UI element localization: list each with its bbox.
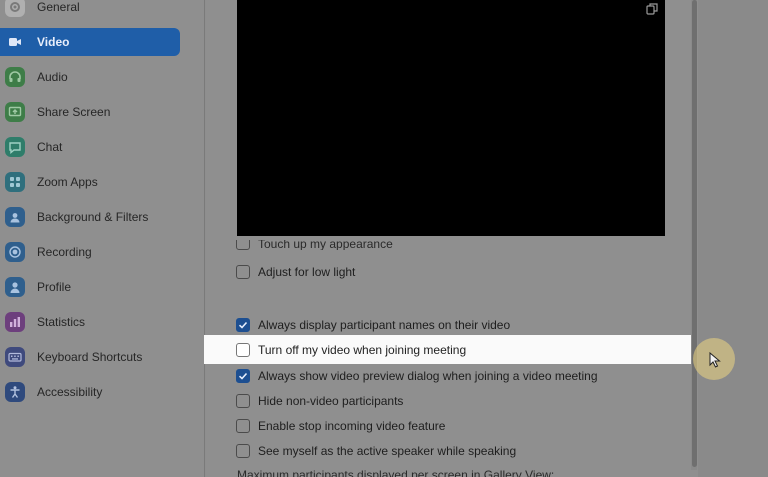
gallery-view-max-label: Maximum participants displayed per scree…: [237, 468, 555, 477]
sidebar-item-statistics[interactable]: Statistics: [0, 308, 180, 336]
profile-icon: [5, 277, 25, 297]
checkbox[interactable]: [236, 240, 250, 250]
option-display-participant-names[interactable]: Always display participant names on thei…: [236, 316, 510, 334]
sidebar-item-label: Profile: [37, 280, 72, 294]
recording-icon: [5, 242, 25, 262]
video-preview: [237, 0, 665, 236]
sidebar-item-label: Recording: [37, 245, 92, 259]
sidebar-item-video[interactable]: Video: [0, 28, 180, 56]
option-see-myself-active-speaker[interactable]: See myself as the active speaker while s…: [236, 442, 516, 460]
sidebar-item-label: Keyboard Shortcuts: [37, 350, 143, 364]
headphones-icon: [5, 67, 25, 87]
background-icon: [5, 207, 25, 227]
option-adjust-low-light[interactable]: Adjust for low light: [236, 263, 355, 281]
window-gutter: [698, 0, 768, 477]
option-turn-off-video-joining[interactable]: Turn off my video when joining meeting: [236, 341, 466, 359]
option-label: Always show video preview dialog when jo…: [258, 369, 598, 383]
sidebar-item-recording[interactable]: Recording: [0, 238, 180, 266]
checkbox[interactable]: [236, 419, 250, 433]
sidebar-item-general[interactable]: General: [0, 0, 180, 21]
option-label: Adjust for low light: [258, 265, 356, 279]
sidebar-item-keyboard-shortcuts[interactable]: Keyboard Shortcuts: [0, 343, 180, 371]
sidebar-item-label: Share Screen: [37, 105, 111, 119]
option-label: Enable stop incoming video feature: [258, 419, 446, 433]
statistics-icon: [5, 312, 25, 332]
sidebar-item-label: Video: [37, 35, 70, 49]
option-label: Touch up my appearance: [258, 240, 393, 250]
checkmark-icon: [238, 321, 248, 329]
option-hide-non-video[interactable]: Hide non-video participants: [236, 392, 403, 410]
sidebar-item-label: Zoom Apps: [37, 175, 98, 189]
sidebar-item-zoom-apps[interactable]: Zoom Apps: [0, 168, 180, 196]
accessibility-icon: [5, 382, 25, 402]
scrollbar-thumb[interactable]: [692, 0, 697, 467]
option-label: Hide non-video participants: [258, 394, 404, 408]
chat-icon: [5, 137, 25, 157]
sidebar-item-accessibility[interactable]: Accessibility: [0, 378, 180, 406]
checkbox[interactable]: [236, 444, 250, 458]
sidebar-item-label: Accessibility: [37, 385, 103, 399]
sidebar-item-audio[interactable]: Audio: [0, 63, 180, 91]
settings-sidebar: General Video Audio Share Screen Chat Zo…: [0, 0, 205, 477]
keyboard-icon: [5, 347, 25, 367]
share-screen-icon: [5, 102, 25, 122]
mouse-pointer-icon: [709, 352, 721, 368]
video-camera-icon: [5, 32, 25, 52]
checkbox-checked[interactable]: [236, 369, 250, 383]
sidebar-item-background-filters[interactable]: Background & Filters: [0, 203, 180, 231]
option-show-video-preview-dialog[interactable]: Always show video preview dialog when jo…: [236, 367, 598, 385]
checkbox[interactable]: [236, 394, 250, 408]
sidebar-item-chat[interactable]: Chat: [0, 133, 180, 161]
checkbox-checked[interactable]: [236, 318, 250, 332]
sidebar-item-label: Background & Filters: [37, 210, 149, 224]
option-label: Always display participant names on thei…: [258, 318, 511, 332]
gear-icon: [5, 0, 25, 17]
sidebar-item-label: General: [37, 0, 80, 14]
apps-icon: [5, 172, 25, 192]
sidebar-item-profile[interactable]: Profile: [0, 273, 180, 301]
sidebar-item-share-screen[interactable]: Share Screen: [0, 98, 180, 126]
option-stop-incoming-video[interactable]: Enable stop incoming video feature: [236, 417, 445, 435]
sidebar-item-label: Statistics: [37, 315, 86, 329]
sidebar-item-label: Audio: [37, 70, 68, 84]
checkbox[interactable]: [236, 265, 250, 279]
sidebar-item-label: Chat: [37, 140, 63, 154]
checkbox[interactable]: [236, 343, 250, 357]
rotate-camera-icon[interactable]: [645, 2, 659, 16]
option-label: Turn off my video when joining meeting: [258, 343, 467, 357]
option-touch-up-appearance[interactable]: Touch up my appearance: [236, 240, 393, 250]
checkmark-icon: [238, 372, 248, 380]
option-label: See myself as the active speaker while s…: [258, 444, 517, 458]
